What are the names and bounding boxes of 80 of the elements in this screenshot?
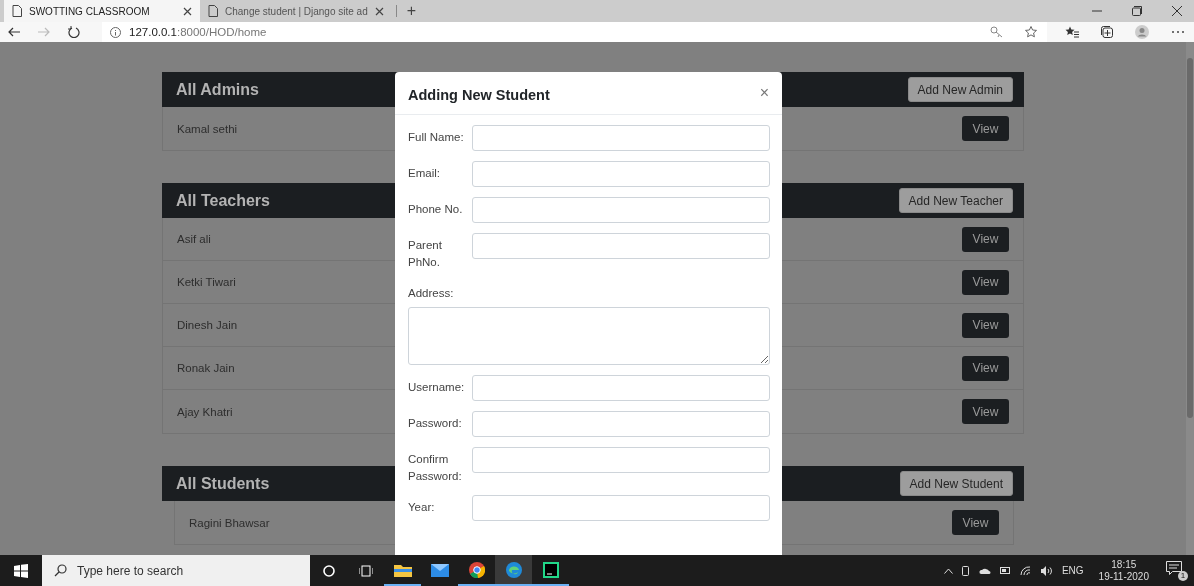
input-field[interactable]	[472, 411, 770, 437]
person-name: Ajay Khatri	[177, 405, 233, 418]
search-field[interactable]: Type here to search	[42, 555, 310, 586]
close-icon[interactable]	[374, 6, 384, 16]
battery-icon[interactable]	[999, 567, 1011, 574]
field-label: Parent PhNo.	[408, 238, 443, 270]
notification-icon[interactable]	[1166, 560, 1182, 575]
field-label: Confirm Password:	[408, 452, 463, 484]
field-label: Phone No.	[408, 202, 464, 217]
mail-icon[interactable]	[430, 564, 449, 577]
language-indicator[interactable]: ENG	[1061, 565, 1084, 576]
view-button[interactable]: View	[962, 226, 1009, 252]
profile-icon[interactable]	[1135, 25, 1149, 39]
input-field[interactable]	[472, 447, 770, 473]
info-icon	[110, 26, 121, 38]
scrollbar-thumb[interactable]	[1187, 58, 1193, 418]
wifi-icon[interactable]	[1019, 565, 1031, 576]
input-field[interactable]	[472, 495, 770, 521]
view-button[interactable]: View	[962, 116, 1009, 141]
browser-icon[interactable]	[468, 561, 485, 578]
add-button[interactable]: Add New Teacher	[898, 188, 1013, 213]
input-field[interactable]	[472, 161, 770, 187]
ide-app-icon[interactable]	[542, 561, 559, 578]
field-label: Address:	[408, 286, 455, 301]
close-icon[interactable]	[183, 6, 192, 16]
person-name: Asif ali	[177, 233, 211, 245]
field-label: Full Name:	[408, 130, 465, 145]
field-label: Username:	[408, 380, 466, 395]
view-button[interactable]: View	[962, 399, 1009, 424]
person-name: Kamal sethi	[177, 122, 238, 135]
cloud-icon[interactable]	[978, 567, 991, 574]
chevron-up-icon[interactable]	[943, 567, 953, 574]
page-icon	[208, 5, 218, 17]
speaker-icon[interactable]	[1039, 565, 1053, 576]
browser-tab[interactable]: Change student | Django site ad	[200, 0, 392, 22]
section-title: All Students	[176, 474, 270, 493]
windows-icon[interactable]	[14, 563, 28, 578]
person-name: Dinesh Jain	[177, 319, 238, 331]
clock[interactable]: 18:15 19-11-2020	[1098, 558, 1149, 583]
add-button[interactable]: Add New Admin	[907, 77, 1013, 102]
new-tab-button[interactable]: +	[400, 0, 423, 22]
view-button[interactable]: View	[962, 312, 1009, 338]
star-icon[interactable]	[1025, 26, 1037, 38]
task-view-icon[interactable]	[358, 564, 373, 577]
favorites-icon[interactable]	[1065, 26, 1079, 38]
search-icon	[54, 564, 67, 577]
address-field[interactable]	[408, 307, 770, 365]
key-icon[interactable]	[990, 26, 1003, 38]
folder-icon[interactable]	[393, 562, 412, 577]
modal-title: Adding New Student	[408, 87, 550, 103]
page-icon	[12, 5, 22, 17]
view-button[interactable]: View	[952, 510, 999, 535]
back-icon[interactable]	[8, 27, 20, 37]
refresh-icon[interactable]	[68, 26, 80, 38]
section-title: All Admins	[176, 80, 259, 99]
section-title: All Teachers	[176, 191, 270, 210]
edge-icon[interactable]	[505, 561, 522, 578]
restore-icon[interactable]	[1132, 6, 1142, 16]
field-label: Email:	[408, 166, 441, 181]
person-name: Ketki Tiwari	[177, 276, 236, 288]
collections-icon[interactable]	[1101, 26, 1113, 38]
field-label: Password:	[408, 416, 463, 431]
view-button[interactable]: View	[962, 355, 1009, 381]
cortana-icon[interactable]	[322, 564, 335, 577]
add-button[interactable]: Add New Student	[899, 471, 1013, 496]
input-field[interactable]	[472, 375, 770, 401]
input-field[interactable]	[472, 125, 770, 151]
view-button[interactable]: View	[962, 269, 1009, 295]
person-name: Ragini Bhawsar	[189, 516, 270, 529]
more-icon[interactable]	[1171, 30, 1185, 34]
field-label: Year:	[408, 500, 436, 515]
input-field[interactable]	[472, 197, 770, 223]
notification-count: 1	[1178, 570, 1188, 581]
close-button[interactable]: ×	[759, 84, 769, 102]
address-bar[interactable]: 127.0.0.1:8000/HOD/home	[102, 22, 1047, 42]
tray-app-icon[interactable]	[961, 565, 970, 576]
input-field[interactable]	[472, 233, 770, 259]
browser-tab[interactable]: SWOTTING CLASSROOM	[4, 0, 200, 22]
person-name: Ronak Jain	[177, 362, 235, 374]
close-icon[interactable]	[1172, 6, 1182, 16]
